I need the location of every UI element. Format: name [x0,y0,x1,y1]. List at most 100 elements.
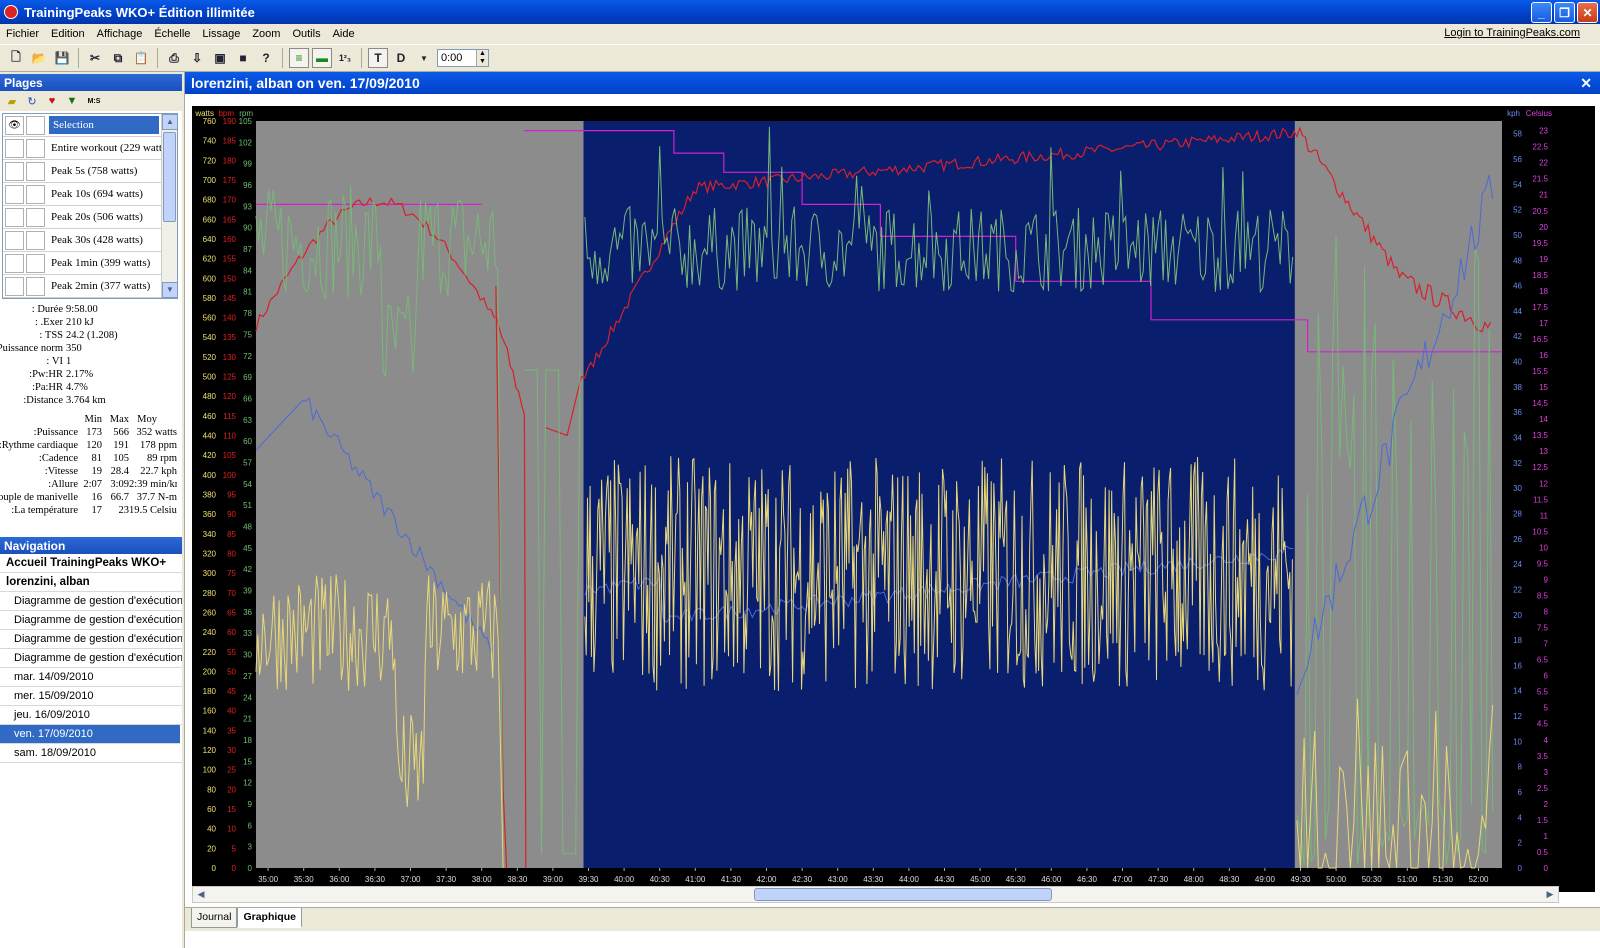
nav-athlete[interactable]: lorenzini, alban [0,573,182,592]
nav-item[interactable]: jeu. 16/09/2010 [0,706,182,725]
visibility-box[interactable] [5,230,24,250]
toolbar-separator [157,48,158,68]
range-item[interactable]: Peak 20s (506 watts) [3,206,177,229]
range-checkbox[interactable] [26,253,45,273]
range-checkbox[interactable] [26,115,45,135]
scroll-down-icon[interactable]: ▼ [162,282,177,298]
restore-button[interactable]: ❐ [1554,2,1575,23]
refresh-icon[interactable]: ↻ [25,95,39,108]
close-window-button[interactable]: ✕ [1577,2,1598,23]
horizontal-scrollbar[interactable]: ◀ ▶ [192,886,1559,903]
nav-item[interactable]: mer. 15/09/2010 [0,687,182,706]
scroll-thumb[interactable] [754,888,1052,901]
title-bar: TrainingPeaks WKO+ Édition illimitée _ ❐… [0,0,1600,24]
paste-icon[interactable]: 📋 [131,48,151,68]
tab-graphique[interactable]: Graphique [237,908,302,928]
scroll-right-icon[interactable]: ▶ [1542,887,1558,902]
print-icon[interactable]: ⎙ [164,48,184,68]
menu-outils[interactable]: Outils [286,28,326,40]
visibility-box[interactable] [5,253,24,273]
workout-chart[interactable]: 0 20 40 60 80 100 120 140 160 180 200 220 240 260 280 3… [192,106,1595,892]
menu-edition[interactable]: Edition [45,28,91,40]
rpm-tick-label: 57 [243,458,252,467]
scroll-up-icon[interactable]: ▲ [162,114,177,130]
nav-item-selected[interactable]: ven. 17/09/2010 [0,725,180,744]
filter-icon[interactable]: ▼ [65,95,79,107]
nav-item[interactable]: Diagramme de gestion d'exécution [0,611,182,630]
range-checkbox[interactable] [26,138,45,158]
ranges-scrollbar[interactable]: ▲ ▼ [161,114,177,298]
menu-fichier[interactable]: Fichier [0,28,45,40]
import-icon[interactable]: ⇩ [187,48,207,68]
copy-icon[interactable]: ⧉ [108,48,128,68]
folder-icon[interactable]: ▰ [5,95,19,108]
bpm-tick-label: 145 [223,294,237,303]
x-tick-label: 40:30 [650,875,671,884]
graph-lines-icon[interactable]: ≡ [289,48,309,68]
range-checkbox[interactable] [26,161,45,181]
tab-journal[interactable]: Journal [191,908,238,928]
save-icon[interactable]: 💾 [52,48,72,68]
range-checkbox[interactable] [26,276,45,296]
numbers-icon[interactable]: 1²₃ [335,48,355,68]
nav-home[interactable]: Accueil TrainingPeaks WKO+ [0,554,182,573]
watts-tick-label: 120 [203,746,217,755]
minutes-seconds-toggle[interactable]: M:S [85,95,103,107]
menu-lissage[interactable]: Lissage [196,28,246,40]
nav-item[interactable]: Diagramme de gestion d'exécution [0,592,182,611]
minimize-button[interactable]: _ [1531,2,1552,23]
nav-item[interactable]: Diagramme de gestion d'exécution [0,649,182,668]
dropdown-arrow-icon[interactable]: ▼ [414,48,434,68]
scroll-thumb[interactable] [163,132,176,222]
heart-icon[interactable]: ♥ [45,95,59,107]
range-item[interactable]: Entire workout (229 watts) [3,137,177,160]
menu-aide[interactable]: Aide [327,28,361,40]
kph-tick-label: 10 [1513,737,1522,746]
range-item[interactable]: Peak 10s (694 watts) [3,183,177,206]
visibility-box[interactable] [5,161,24,181]
range-item[interactable]: Peak 2min (377 watts) [3,275,177,298]
new-file-icon[interactable]: 🗋 [6,48,26,68]
visibility-box[interactable] [5,207,24,227]
close-panel-icon[interactable]: ✕ [1580,75,1592,92]
cut-icon[interactable]: ✂ [85,48,105,68]
distance-axis-button[interactable]: D [391,48,411,68]
gray-box-icon-2[interactable]: ■ [233,48,253,68]
spinner-icon[interactable]: ▲ ▼ [476,50,488,66]
open-folder-icon[interactable]: 📂 [29,48,49,68]
login-link[interactable]: Login to TrainingPeaks.com [1444,27,1580,39]
range-item[interactable]: Peak 5s (758 watts) [3,160,177,183]
menu-zoom[interactable]: Zoom [246,28,286,40]
time-offset-field[interactable]: 0:00 ▲ ▼ [437,49,489,67]
visibility-box[interactable] [5,276,24,296]
bpm-tick-label: 65 [227,608,236,617]
range-item[interactable]: Peak 30s (428 watts) [3,229,177,252]
range-item[interactable]: 👁 Selection [3,114,177,137]
kph-tick-label: 14 [1513,687,1522,696]
time-axis-button[interactable]: T [368,48,388,68]
celsius-tick-label: 4.5 [1537,720,1549,729]
help-icon[interactable]: ? [256,48,276,68]
chart-svg[interactable]: 0204060801001201401601802002202402602803… [192,106,1595,892]
rpm-tick-label: 42 [243,565,252,574]
visibility-box[interactable] [5,184,24,204]
range-checkbox[interactable] [26,207,45,227]
metric-avg: 178 ppm [139,440,177,451]
gray-box-icon[interactable]: ▣ [210,48,230,68]
range-checkbox[interactable] [26,184,45,204]
stat-row: Pa:HR: 4.7% [0,381,182,394]
watts-tick-label: 520 [203,353,217,362]
range-item[interactable]: Peak 1min (399 watts) [3,252,177,275]
graph-area-icon[interactable]: ▬ [312,48,332,68]
scroll-left-icon[interactable]: ◀ [193,887,209,902]
menu-echelle[interactable]: Échelle [148,28,196,40]
watts-tick-label: 660 [203,215,217,224]
range-checkbox[interactable] [26,230,45,250]
eye-icon[interactable]: 👁 [5,115,24,135]
nav-item[interactable]: sam. 18/09/2010 [0,744,182,763]
menu-affichage[interactable]: Affichage [91,28,149,40]
visibility-box[interactable] [5,138,24,158]
nav-item[interactable]: Diagramme de gestion d'exécution [0,630,182,649]
x-tick-label: 47:00 [1112,875,1133,884]
nav-item[interactable]: mar. 14/09/2010 [0,668,182,687]
